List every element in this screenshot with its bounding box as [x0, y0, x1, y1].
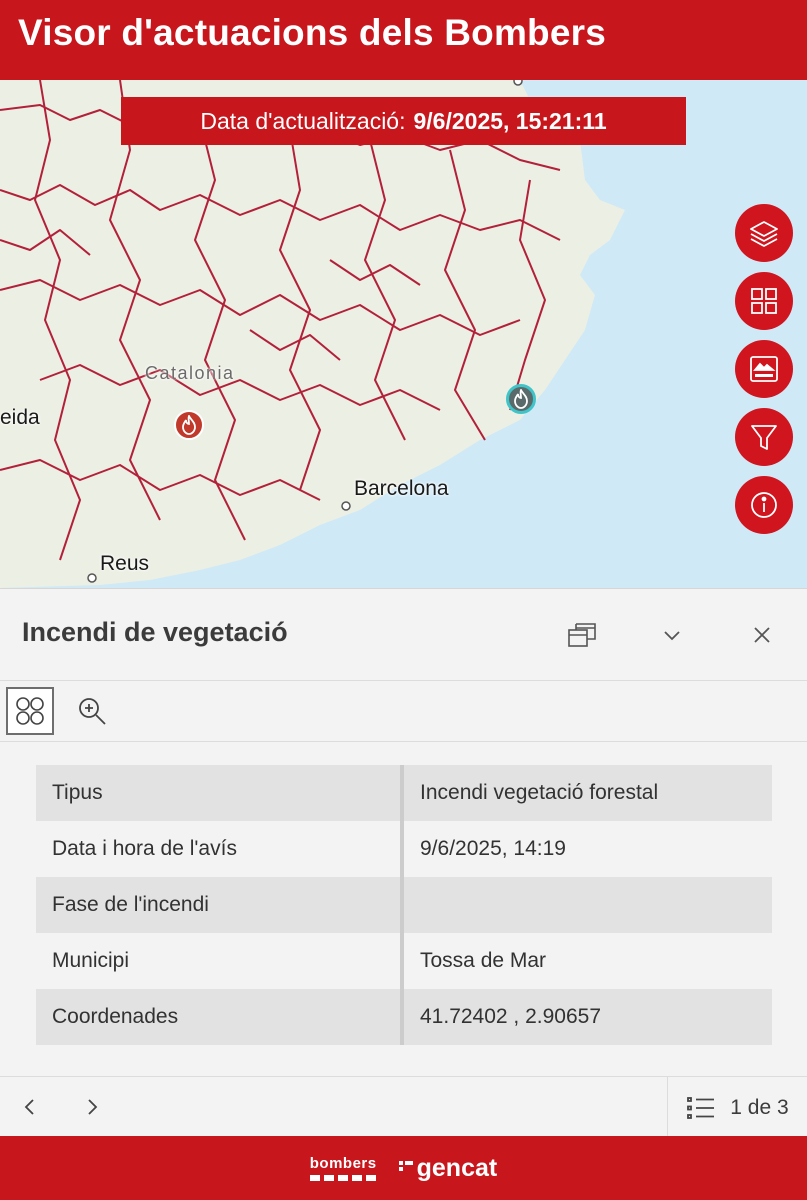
update-label: Data d'actualització: [200, 107, 406, 134]
map-label-reus: Reus [100, 552, 150, 575]
zoom-to-button[interactable] [68, 687, 116, 735]
popup-footer: 1 de 3 [0, 1076, 807, 1138]
table-row: Municipi Tossa de Mar [36, 933, 772, 989]
bombers-logo-text: bombers [309, 1155, 377, 1172]
popup-header: Incendi de vegetació [0, 589, 807, 681]
chevron-left-icon [24, 1099, 34, 1115]
feature-list-button[interactable]: 1 de 3 [667, 1077, 807, 1138]
app-footer: bombers gencat [0, 1136, 807, 1200]
attr-value: 41.72402 , 2.90657 [402, 989, 772, 1045]
grid-button[interactable] [735, 272, 793, 330]
info-icon [751, 492, 777, 518]
popup-toolbar [0, 681, 807, 742]
basemap-icon [750, 356, 778, 382]
chevron-right-icon [88, 1099, 98, 1115]
map-label-barcelona: Barcelona [354, 477, 449, 500]
table-row: Fase de l'incendi [36, 877, 772, 933]
map-view[interactable]: Catalonia eida Barcelona Reus [0, 80, 807, 588]
basemap-button[interactable] [735, 340, 793, 398]
attr-key: Tipus [36, 765, 404, 821]
dock-button[interactable] [560, 613, 604, 657]
feature-popup: Incendi de vegetació Tipus Incendi vegeta… [0, 588, 807, 1138]
bombers-logo: bombers [310, 1155, 377, 1181]
list-icon [687, 1096, 715, 1119]
table-row: Coordenades 41.72402 , 2.90657 [36, 989, 772, 1045]
attr-value: 9/6/2025, 14:19 [402, 821, 772, 877]
collapse-button[interactable] [650, 613, 694, 657]
chevron-down-icon [664, 631, 680, 641]
incident-marker-selected[interactable] [506, 384, 536, 414]
flame-icon [514, 389, 528, 409]
basemap [0, 80, 807, 588]
attr-key: Municipi [36, 933, 404, 989]
popup-title: Incendi de vegetació [22, 617, 288, 647]
features-icon [16, 697, 44, 725]
next-button[interactable] [70, 1085, 114, 1129]
close-button[interactable] [740, 613, 784, 657]
select-features-button[interactable] [6, 687, 54, 735]
previous-button[interactable] [8, 1085, 52, 1129]
attr-key: Coordenades [36, 989, 404, 1045]
attribute-table: Tipus Incendi vegetació forestal Data i h… [36, 765, 772, 1045]
map-label-lleida: eida [0, 406, 40, 429]
filter-icon [751, 425, 777, 450]
update-value: 9/6/2025, 15:21:11 [413, 107, 607, 134]
close-icon [754, 627, 770, 643]
pager-text: 1 de 3 [730, 1095, 789, 1119]
layers-icon [750, 221, 778, 247]
gencat-logo-text: gencat [416, 1153, 498, 1182]
attr-value: Incendi vegetació forestal [402, 765, 772, 821]
flame-icon [182, 415, 196, 435]
dock-icon [568, 623, 596, 647]
app-title: Visor d'actuacions dels Bombers [18, 12, 607, 53]
info-button[interactable] [735, 476, 793, 534]
app-header: Visor d'actuacions dels Bombers [0, 0, 807, 80]
update-banner: Data d'actualització: 9/6/2025, 15:21:11 [121, 97, 686, 145]
attr-value [402, 877, 772, 933]
map-label-region: Catalonia [145, 363, 235, 383]
attr-key: Data i hora de l'avís [36, 821, 404, 877]
attr-key: Fase de l'incendi [36, 877, 404, 933]
incident-marker-fire[interactable] [174, 410, 204, 440]
filter-button[interactable] [735, 408, 793, 466]
table-row: Data i hora de l'avís 9/6/2025, 14:19 [36, 821, 772, 877]
table-row: Tipus Incendi vegetació forestal [36, 765, 772, 821]
layers-button[interactable] [735, 204, 793, 262]
gencat-mark-icon [398, 1161, 413, 1171]
grid-icon [751, 288, 777, 314]
zoom-in-icon [79, 698, 106, 725]
gencat-logo: gencat [398, 1153, 498, 1183]
attr-value: Tossa de Mar [402, 933, 772, 989]
